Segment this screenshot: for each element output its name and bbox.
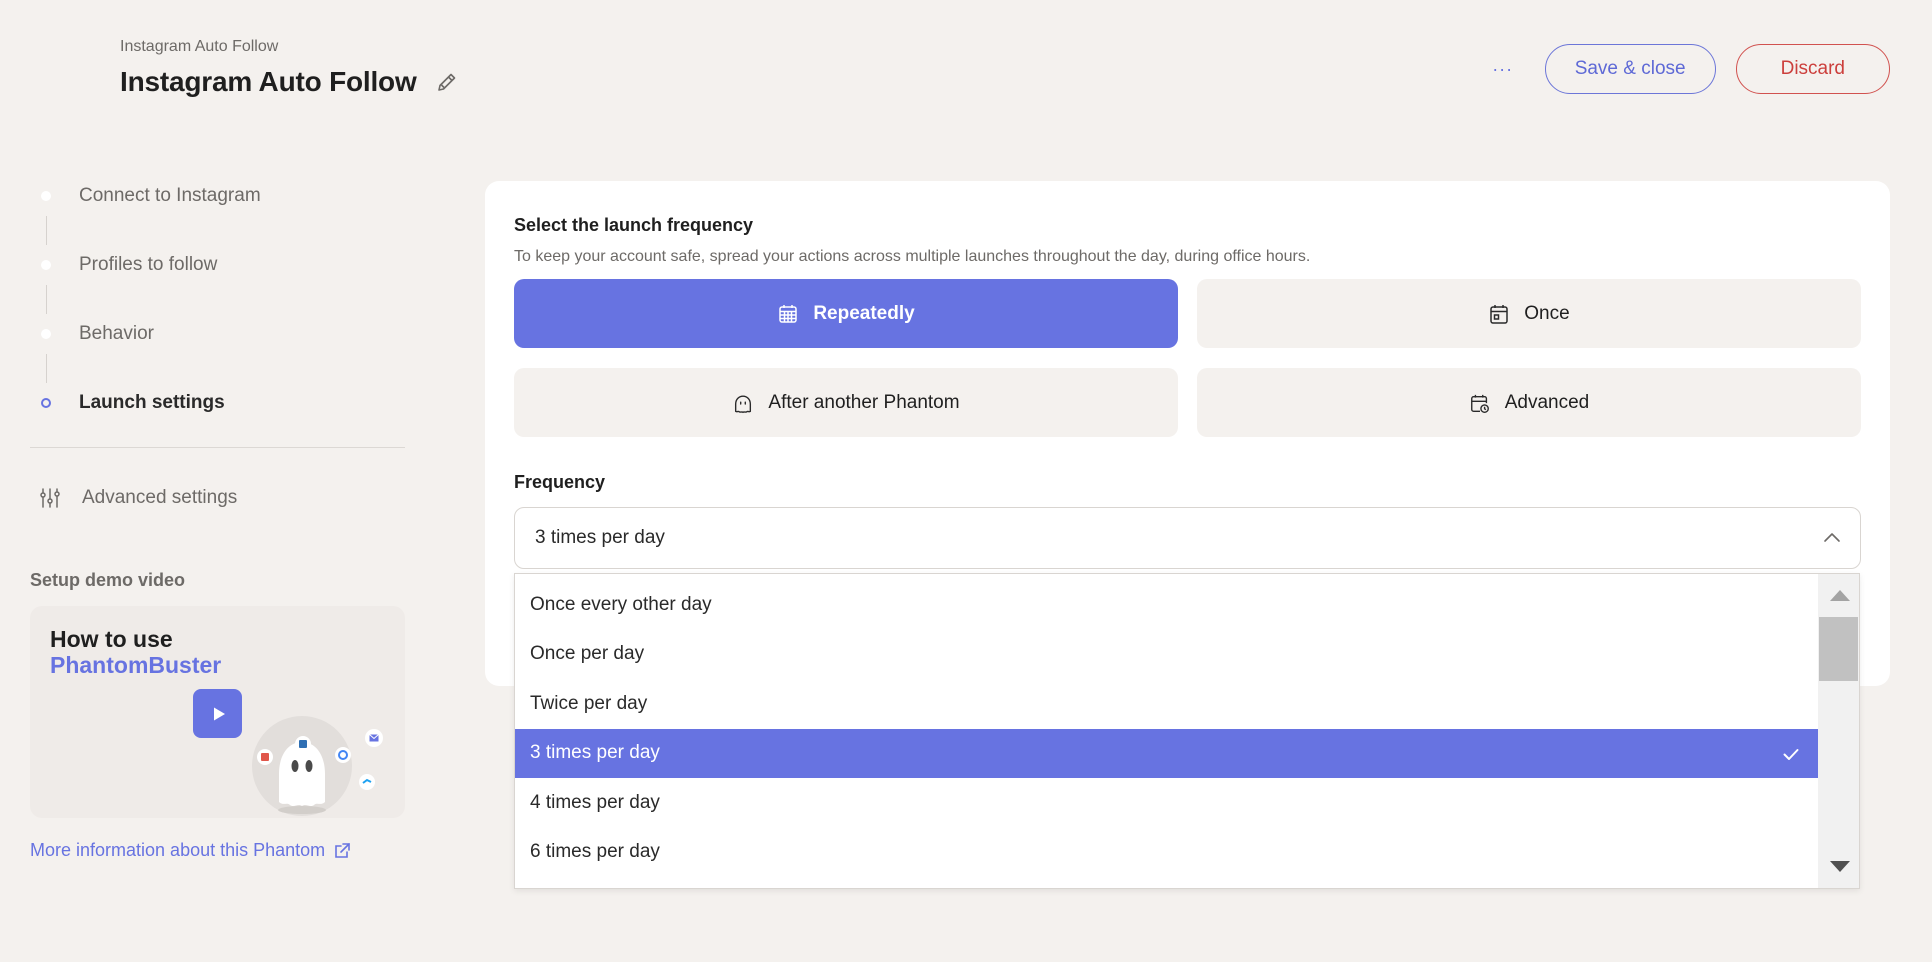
step-connector — [46, 354, 47, 383]
more-info-link[interactable]: More information about this Phantom — [30, 840, 351, 861]
checkmark-icon — [1781, 744, 1801, 764]
dropdown-option[interactable]: Once per day — [515, 630, 1819, 680]
step-label: Profiles to follow — [79, 254, 218, 275]
advanced-settings-link[interactable]: Advanced settings — [30, 486, 237, 510]
frequency-select[interactable]: 3 times per day — [514, 507, 1861, 569]
frequency-value: 3 times per day — [535, 527, 665, 548]
demo-heading: How to use — [50, 626, 173, 652]
step-navigation: Connect to Instagram Profiles to follow … — [30, 176, 405, 423]
scrollbar-thumb[interactable] — [1819, 617, 1858, 681]
breadcrumb[interactable]: Instagram Auto Follow — [120, 38, 459, 56]
step-connector — [46, 216, 47, 245]
step-profiles-to-follow[interactable]: Profiles to follow — [30, 245, 405, 285]
sidebar-divider — [30, 447, 405, 448]
option-after-another-phantom[interactable]: After another Phantom — [514, 368, 1178, 437]
scroll-down-arrow-icon[interactable] — [1830, 861, 1850, 872]
page-title: Instagram Auto Follow — [120, 66, 417, 97]
scroll-up-arrow-icon[interactable] — [1830, 590, 1850, 601]
frequency-label: Frequency — [514, 472, 606, 492]
play-icon[interactable] — [193, 689, 242, 738]
chevron-up-icon — [1822, 528, 1842, 548]
option-text: Once per day — [530, 643, 645, 665]
ghost-mascot-icon — [252, 686, 402, 818]
step-label: Connect to Instagram — [79, 185, 261, 206]
step-label: Launch settings — [79, 392, 225, 413]
external-link-icon — [333, 842, 351, 860]
calendar-clock-icon — [1469, 392, 1491, 414]
demo-video-thumbnail[interactable]: How to use PhantomBuster — [30, 606, 405, 818]
mail-icon — [365, 729, 383, 747]
step-dot — [41, 329, 51, 339]
option-label: Repeatedly — [813, 302, 915, 324]
dropdown-option[interactable]: 6 times per day — [515, 828, 1819, 878]
demo-heading-brand: PhantomBuster — [50, 652, 222, 678]
option-text: 6 times per day — [530, 841, 660, 863]
dropdown-option[interactable]: 4 times per day — [515, 778, 1819, 828]
option-advanced[interactable]: Advanced — [1197, 368, 1861, 437]
step-connect-instagram[interactable]: Connect to Instagram — [30, 176, 405, 216]
step-dot — [41, 191, 51, 201]
calendar-grid-icon — [777, 303, 799, 325]
option-text: Once every other day — [530, 593, 712, 615]
option-text: Twice per day — [530, 692, 648, 714]
more-info-label: More information about this Phantom — [30, 840, 326, 860]
step-dot — [41, 260, 51, 270]
option-text: 3 times per day — [530, 742, 660, 764]
section-title: Select the launch frequency — [514, 215, 754, 235]
demo-video-title: Setup demo video — [30, 570, 186, 590]
ghost-icon — [732, 392, 754, 414]
more-options-button[interactable]: ··· — [1483, 49, 1523, 89]
save-close-button[interactable]: Save & close — [1544, 44, 1716, 94]
calendar-day-icon — [1488, 303, 1510, 325]
option-label: After another Phantom — [768, 391, 960, 413]
page-header: Instagram Auto Follow Instagram Auto Fol… — [120, 38, 459, 98]
step-dot-active — [41, 398, 51, 408]
frequency-dropdown: Once every other day Once per day Twice … — [514, 573, 1860, 889]
option-text: 4 times per day — [530, 791, 660, 813]
step-connector — [46, 285, 47, 314]
option-repeatedly[interactable]: Repeatedly — [514, 279, 1178, 348]
dropdown-options: Once every other day Once per day Twice … — [515, 574, 1819, 888]
dropdown-option[interactable]: Once every other day — [515, 580, 1819, 630]
step-label: Behavior — [79, 323, 154, 344]
sliders-icon — [38, 486, 62, 510]
option-label: Advanced — [1504, 391, 1590, 413]
option-once[interactable]: Once — [1197, 279, 1861, 348]
section-subtitle: To keep your account safe, spread your a… — [514, 248, 1311, 265]
dropdown-option[interactable]: Twice per day — [515, 679, 1819, 729]
step-launch-settings[interactable]: Launch settings — [30, 383, 405, 423]
discard-button[interactable]: Discard — [1735, 44, 1890, 94]
advanced-settings-label: Advanced settings — [82, 487, 238, 508]
pencil-icon[interactable] — [435, 70, 459, 94]
option-label: Once — [1524, 302, 1570, 324]
step-behavior[interactable]: Behavior — [30, 314, 405, 354]
dropdown-scrollbar[interactable] — [1818, 574, 1859, 888]
dropdown-option-selected[interactable]: 3 times per day — [515, 728, 1819, 778]
